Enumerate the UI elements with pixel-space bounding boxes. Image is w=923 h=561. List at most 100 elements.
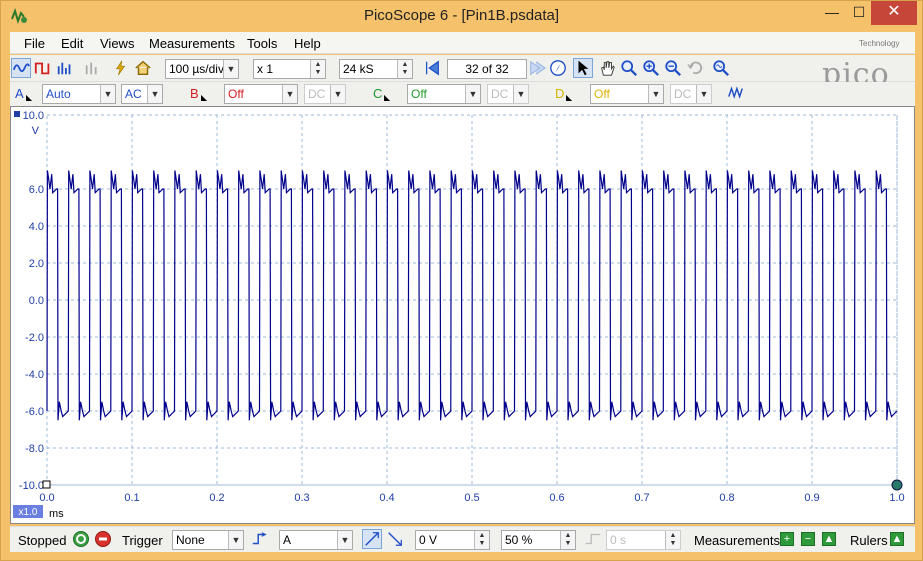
window-title: PicoScope 6 - [Pin1B.psdata] [363,7,560,24]
select-pointer-icon[interactable] [573,58,593,78]
y-tick-label: -2.0 [25,332,44,344]
channel-a-range-select[interactable]: Auto ▼ [42,84,116,104]
chevron-down-icon: ▼ [330,85,345,103]
persistence-mode-icon[interactable] [33,58,53,78]
chevron-down-icon: ▼ [337,531,352,549]
add-measurement-button[interactable]: + [780,532,794,546]
next-capture-icon[interactable] [527,58,547,78]
channel-c-coupling-value: DC [491,87,509,101]
channel-d-range-select[interactable]: Off ▼ [590,84,664,104]
undo-zoom-icon[interactable] [685,58,705,78]
samples-spinner[interactable]: 24 kS ▲ ▼ [339,59,413,79]
chevron-down-icon: ▼ [147,85,162,103]
hand-pan-icon[interactable] [597,58,617,78]
close-button[interactable]: ✕ [871,1,917,25]
auto-setup-icon[interactable] [111,58,131,78]
spinner-arrows-icon: ▲ ▼ [397,60,412,78]
scope-mode-icon[interactable] [11,58,31,78]
channel-c-cursor-icon: ◣ [384,93,391,102]
trigger-delay-value: 0 s [610,533,627,547]
chevron-down-icon: ▼ [282,85,297,103]
falling-edge-icon[interactable] [385,529,405,549]
y-tick-label: -8.0 [25,443,44,455]
channel-b-range-value: Off [228,87,244,101]
spectrum-mode-icon[interactable] [55,58,75,78]
home-icon[interactable] [133,58,153,78]
capture-index-field[interactable]: 32 of 32 [447,59,527,79]
channel-c-label[interactable]: C [373,86,382,101]
menu-measurements[interactable]: Measurements [149,36,235,51]
channel-a-coupling-value: AC [125,87,142,101]
y-unit-label: V [32,125,40,137]
channel-b-cursor-icon: ◣ [201,93,208,102]
math-channels-icon[interactable] [726,83,746,103]
oscilloscope-plot[interactable]: 10.0 6.0 4.0 2.0 0.0 -2.0 -4.0 -6.0 -8.0 -10.0 V 0.… [11,107,914,523]
x-tick-label: 0.3 [294,492,309,504]
channel-a-cursor-icon: ◣ [26,93,33,102]
channel-d-coupling-select[interactable]: DC ▼ [670,84,712,104]
zoom-overview-icon[interactable] [711,58,731,78]
minimize-button[interactable]: — [817,1,847,25]
trigger-delay-spinner[interactable]: 0 s ▲ ▼ [606,530,681,550]
acquisition-state: Stopped [18,533,67,548]
trigger-level-spinner[interactable]: 0 V ▲ ▼ [415,530,490,550]
menu-help[interactable]: Help [294,36,321,51]
maximize-button[interactable]: ☐ [844,1,874,25]
play-icon [76,534,86,544]
channel-c-coupling-select[interactable]: DC ▼ [487,84,529,104]
zoom-out-icon[interactable] [663,58,683,78]
channel-d-label[interactable]: D [555,86,564,101]
menu-edit[interactable]: Edit [61,36,83,51]
compass-icon[interactable] [548,58,568,78]
trigger-channel-select[interactable]: A ▼ [279,530,353,550]
zoom-in-icon[interactable] [641,58,661,78]
timebase-select[interactable]: 100 µs/div ▼ [165,59,239,79]
rulers-button[interactable]: ▲ [890,532,904,546]
zoom-spinner[interactable]: x 1 ▲ ▼ [253,59,326,79]
chevron-down-icon: ▼ [228,531,243,549]
chevron-down-icon: ▼ [696,85,711,103]
channel-a-range-value: Auto [46,87,71,101]
x-tick-label: 0.8 [719,492,734,504]
channel-c-range-value: Off [411,87,427,101]
main-toolbar: 100 µs/div ▼ x 1 ▲ ▼ 24 kS ▲ ▼ 32 of 32 pi… [10,55,915,92]
channel-b-coupling-select[interactable]: DC ▼ [304,84,346,104]
x-tick-label: 0.9 [804,492,819,504]
trigger-mode-value: None [176,533,205,547]
post-trigger-delay-icon[interactable] [583,529,603,549]
x-multiplier-label: x1.0 [19,507,38,518]
rising-edge-icon[interactable] [362,529,382,549]
menu-views[interactable]: Views [100,36,134,51]
zoom-box-icon[interactable] [619,58,639,78]
trigger-label: Trigger [122,533,163,548]
stop-button[interactable] [95,531,111,547]
x-tick-label: 0.0 [39,492,54,504]
advanced-trigger-icon[interactable] [250,529,270,549]
scope-view[interactable]: 10.0 6.0 4.0 2.0 0.0 -2.0 -4.0 -6.0 -8.0 -10.0 V 0.… [10,106,915,524]
spinner-arrows-icon: ▲ ▼ [310,60,325,78]
start-button[interactable] [73,531,89,547]
capture-index-value: 32 of 32 [465,62,509,76]
spinner-arrows-icon: ▲ ▼ [560,531,575,549]
pre-trigger-spinner[interactable]: 50 % ▲ ▼ [501,530,576,550]
y-tick-label: -6.0 [25,406,44,418]
picoscope-window: PicoScope 6 - [Pin1B.psdata] — ☐ ✕ File … [0,0,923,561]
channel-options-icon[interactable] [83,58,103,78]
x-tick-label: 0.7 [634,492,649,504]
delete-measurement-button[interactable]: − [801,532,815,546]
menu-file[interactable]: File [24,36,45,51]
x-tick-label: 1.0 [889,492,904,504]
channel-c-range-select[interactable]: Off ▼ [407,84,481,104]
channel-a-label[interactable]: A [15,86,24,101]
edit-measurement-button[interactable]: ▲ [822,532,836,546]
trigger-level-value: 0 V [419,533,438,547]
spinner-arrows-icon: ▲ ▼ [665,531,680,549]
trigger-mode-select[interactable]: None ▼ [172,530,244,550]
channel-a-coupling-select[interactable]: AC ▼ [121,84,163,104]
stop-icon [99,537,107,541]
channel-b-range-select[interactable]: Off ▼ [224,84,298,104]
menu-tools[interactable]: Tools [247,36,277,51]
channel-b-label[interactable]: B [190,86,199,101]
x-unit-label: ms [49,508,64,520]
previous-capture-icon[interactable] [422,58,442,78]
